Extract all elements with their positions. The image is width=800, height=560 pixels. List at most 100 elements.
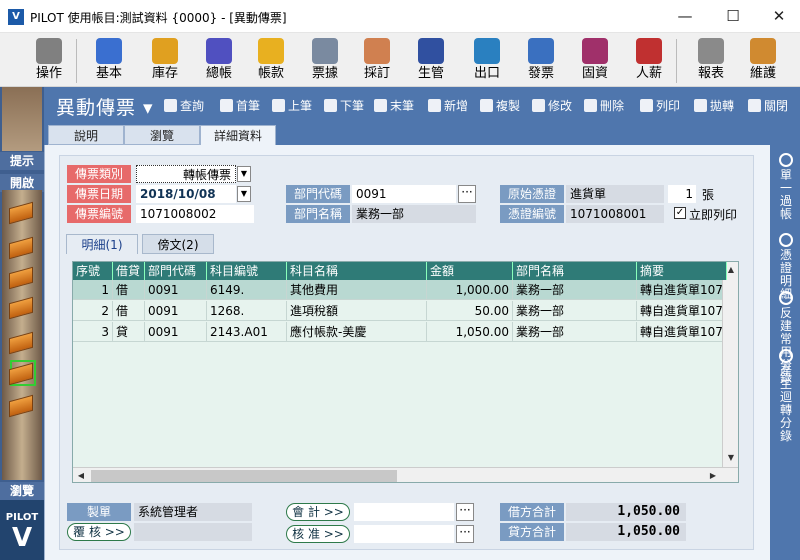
scroll-down-icon[interactable]: ▼ xyxy=(723,450,738,466)
column-header[interactable]: 部門名稱 xyxy=(513,262,637,280)
toolbar-button-2[interactable]: 庫存 xyxy=(140,35,190,85)
toolbar-button-5[interactable]: 票據 xyxy=(300,35,350,85)
subtab-detail[interactable]: 明細(1) xyxy=(66,234,138,254)
dept-code-input[interactable]: 0091 xyxy=(352,185,456,203)
toolbar-button-4[interactable]: 帳款 xyxy=(246,35,296,85)
action-button-0[interactable]: 查詢 xyxy=(164,97,204,114)
action-button-8[interactable]: 刪除 xyxy=(584,97,624,114)
approve-lookup-button[interactable]: ··· xyxy=(456,525,474,543)
magnifier-icon xyxy=(779,233,793,247)
table-cell[interactable]: 其他費用 xyxy=(287,280,427,300)
scroll-left-icon[interactable]: ◀ xyxy=(73,468,89,482)
browse-header[interactable]: 瀏覽 xyxy=(0,482,44,500)
accounting-lookup-button[interactable]: ··· xyxy=(456,503,474,521)
table-cell[interactable]: 借 xyxy=(113,301,145,321)
table-cell[interactable]: 轉自進貨單1071 xyxy=(637,280,727,300)
table-cell[interactable]: 1 xyxy=(73,280,113,300)
right-action-3[interactable]: 產生迴轉分錄 xyxy=(773,349,799,443)
toolbar-button-7[interactable]: 生管 xyxy=(406,35,456,85)
action-button-4[interactable]: 末筆 xyxy=(374,97,414,114)
approve-input[interactable] xyxy=(354,525,454,543)
vertical-scrollbar[interactable]: ▲ ▼ xyxy=(722,262,738,467)
table-cell[interactable]: 3 xyxy=(73,322,113,342)
accounting-input[interactable] xyxy=(354,503,454,521)
table-row[interactable]: 3 貸 0091 2143.A01 應付帳款-美慶 1,050.00 業務一部 轉自進貨單10… xyxy=(73,322,727,342)
chevron-down-icon[interactable]: ▼ xyxy=(237,166,251,182)
action-button-6[interactable]: 複製 xyxy=(480,97,520,114)
toolbar-button-0[interactable]: 操作 xyxy=(24,35,74,85)
module-title[interactable]: 異動傳票 ▾ xyxy=(56,93,154,120)
column-header[interactable]: 科目編號 xyxy=(207,262,287,280)
table-cell[interactable]: 0091 xyxy=(145,301,207,321)
column-header[interactable]: 部門代碼 xyxy=(145,262,207,280)
toolbar-button-10[interactable]: 固資 xyxy=(570,35,620,85)
action-button-2[interactable]: 上筆 xyxy=(272,97,312,114)
toolbar-button-9[interactable]: 發票 xyxy=(516,35,566,85)
column-header[interactable]: 科目名稱 xyxy=(287,262,427,280)
tab-details[interactable]: 詳細資料 xyxy=(200,125,276,146)
voucher-type-select[interactable]: 轉帳傳票 xyxy=(136,165,236,183)
table-cell[interactable]: 借 xyxy=(113,280,145,300)
scroll-thumb[interactable] xyxy=(91,470,397,482)
column-header[interactable]: 摘要 xyxy=(637,262,727,280)
tab-description[interactable]: 說明 xyxy=(48,125,124,145)
table-cell[interactable]: 轉自進貨單1071 xyxy=(637,301,727,321)
table-cell[interactable]: 轉自進貨單1071 xyxy=(637,322,727,342)
table-cell[interactable]: 2143.A01 xyxy=(207,322,287,342)
action-button-7[interactable]: 修改 xyxy=(532,97,572,114)
table-row[interactable]: 1 借 0091 6149. 其他費用 1,000.00 業務一部 轉自進貨單1071 xyxy=(73,280,727,300)
action-button-10[interactable]: 拋轉 xyxy=(694,97,734,114)
action-button-label: 首筆 xyxy=(236,99,261,113)
action-button-11[interactable]: 關閉 xyxy=(748,97,788,114)
table-row[interactable]: 2 借 0091 1268. 進項稅額 50.00 業務一部 轉自進貨單1071 xyxy=(73,301,727,321)
action-button-1[interactable]: 首筆 xyxy=(220,97,260,114)
table-cell[interactable]: 進項稅額 xyxy=(287,301,427,321)
table-cell[interactable]: 業務一部 xyxy=(513,322,637,342)
doc-count-input[interactable]: 1 xyxy=(668,185,696,203)
close-button[interactable]: ✕ xyxy=(756,0,800,33)
toolbar-button-11[interactable]: 人薪 xyxy=(624,35,674,85)
voucher-no-input[interactable]: 1071008002 xyxy=(136,205,254,223)
table-cell[interactable]: 6149. xyxy=(207,280,287,300)
toolbar-button-8[interactable]: 出口 xyxy=(462,35,512,85)
table-cell[interactable]: 2 xyxy=(73,301,113,321)
calendar-dropdown-icon[interactable]: ▼ xyxy=(237,186,251,202)
table-cell[interactable]: 50.00 xyxy=(427,301,513,321)
table-cell[interactable]: 1268. xyxy=(207,301,287,321)
action-button-9[interactable]: 列印 xyxy=(640,97,680,114)
table-cell[interactable]: 業務一部 xyxy=(513,280,637,300)
table-cell[interactable]: 1,000.00 xyxy=(427,280,513,300)
new-doc-icon xyxy=(428,99,441,112)
column-header[interactable]: 金額 xyxy=(427,262,513,280)
review-button[interactable]: 覆 核 >> xyxy=(67,523,131,541)
table-cell[interactable]: 貸 xyxy=(113,322,145,342)
table-cell[interactable]: 應付帳款-美慶 xyxy=(287,322,427,342)
toolbar-button-12[interactable]: 報表 xyxy=(686,35,736,85)
toolbar-button-3[interactable]: 總帳 xyxy=(194,35,244,85)
hint-header[interactable]: 提示 xyxy=(0,152,44,170)
approve-button[interactable]: 核 准 >> xyxy=(286,525,350,543)
column-header[interactable]: 借貸 xyxy=(113,262,145,280)
subtab-note[interactable]: 傍文(2) xyxy=(142,234,214,254)
action-button-5[interactable]: 新增 xyxy=(428,97,468,114)
table-cell[interactable]: 0091 xyxy=(145,280,207,300)
minimize-button[interactable]: — xyxy=(662,0,708,33)
dept-lookup-button[interactable]: ··· xyxy=(458,185,476,203)
scroll-right-icon[interactable]: ▶ xyxy=(705,468,721,482)
maximize-button[interactable]: ☐ xyxy=(710,0,756,33)
print-now-checkbox[interactable]: ✓ xyxy=(674,207,686,219)
voucher-date-input[interactable]: 2018/10/08 xyxy=(136,185,236,203)
table-cell[interactable]: 0091 xyxy=(145,322,207,342)
toolbar-button-13[interactable]: 維護 xyxy=(738,35,788,85)
orig-doc-value: 進貨單 xyxy=(566,185,664,203)
table-cell[interactable]: 業務一部 xyxy=(513,301,637,321)
toolbar-button-6[interactable]: 採訂 xyxy=(352,35,402,85)
action-button-3[interactable]: 下筆 xyxy=(324,97,364,114)
column-header[interactable]: 序號 xyxy=(73,262,113,280)
table-cell[interactable]: 1,050.00 xyxy=(427,322,513,342)
toolbar-button-1[interactable]: 基本 xyxy=(84,35,134,85)
right-action-0[interactable]: 單一過帳 xyxy=(773,153,799,221)
horizontal-scrollbar[interactable]: ◀ ▶ xyxy=(73,467,738,482)
accounting-button[interactable]: 會 計 >> xyxy=(286,503,350,521)
tab-browse[interactable]: 瀏覽 xyxy=(124,125,200,145)
